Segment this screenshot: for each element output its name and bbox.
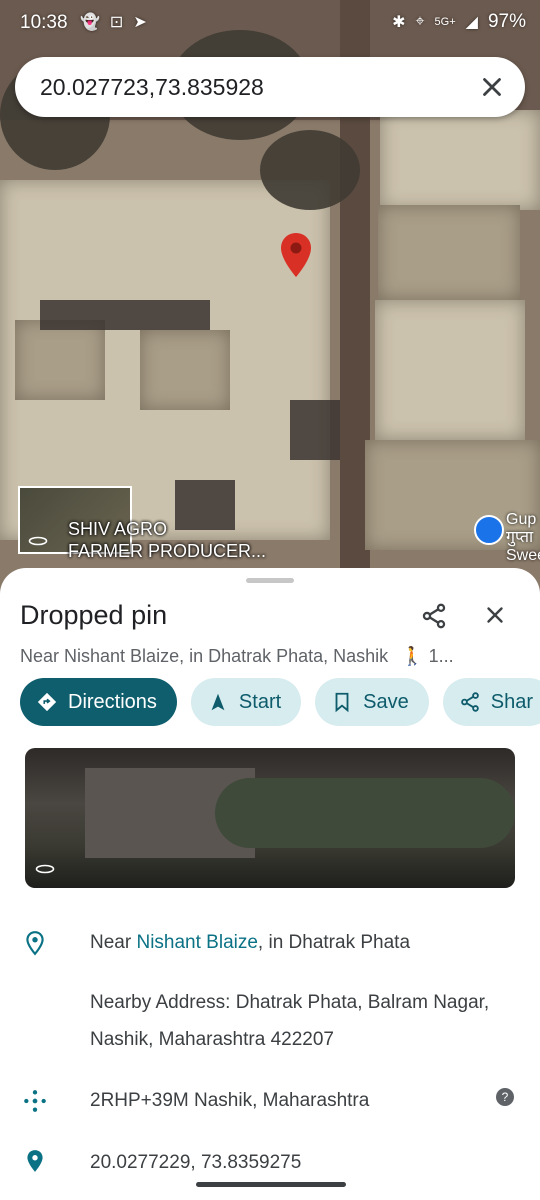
map-shadow: [40, 300, 210, 330]
search-query[interactable]: 20.027723,73.835928: [40, 74, 264, 101]
network-type: 5G+: [434, 16, 456, 28]
street-view-360-icon: [35, 864, 55, 874]
status-bar: 10:38 👻 ⊡ ➤ ✱ ⌖ 5G+ ◢ 97%: [0, 0, 540, 46]
search-bar[interactable]: 20.027723,73.835928: [15, 57, 525, 117]
map-building: [140, 330, 230, 410]
street-view-360-icon: [28, 536, 48, 546]
save-label: Save: [363, 690, 409, 713]
start-label: Start: [238, 690, 282, 713]
poi-label-gupta: Gup गुप्ता Swee: [506, 511, 540, 565]
directions-label: Directions: [68, 690, 157, 713]
map-view[interactable]: 10:38 👻 ⊡ ➤ ✱ ⌖ 5G+ ◢ 97% 20.027723,73.8…: [0, 0, 540, 600]
photo-trees: [215, 778, 515, 848]
location-pin-filled-icon: [27, 1150, 43, 1172]
walk-time: 1...: [428, 646, 454, 666]
map-tree: [260, 130, 360, 210]
action-chips: Directions Start Save Shar: [20, 678, 540, 728]
nishant-blaize-link[interactable]: Nishant Blaize: [136, 932, 257, 953]
place-address-summary: Near Nishant Blaize, in Dhatrak Phata, N…: [20, 646, 389, 666]
street-view-photo[interactable]: [25, 748, 515, 888]
share-icon[interactable]: [420, 602, 448, 630]
plus-code: 2RHP+39M Nashik, Maharashtra: [90, 1090, 370, 1111]
map-building: [378, 205, 520, 300]
coordinates: 20.0277229, 73.8359275: [90, 1152, 302, 1173]
map-shadow: [290, 400, 340, 460]
poi-label-shiv-agro[interactable]: SHIV AGRO FARMER PRODUCER...: [68, 518, 266, 562]
shop-badge-icon: [474, 515, 504, 545]
place-bottom-sheet[interactable]: Dropped pin Near Nishant Blaize, in Dhat…: [0, 568, 540, 1200]
close-icon[interactable]: [482, 602, 508, 628]
notification-icons: 👻 ⊡ ➤: [80, 12, 147, 32]
place-title: Dropped pin: [20, 600, 168, 630]
near-suffix: , in Dhatrak Phata: [257, 932, 411, 953]
signal-icon: ◢: [465, 14, 478, 31]
help-icon[interactable]: ?: [496, 1088, 514, 1106]
place-subtitle: Near Nishant Blaize, in Dhatrak Phata, N…: [20, 646, 510, 667]
near-text: Near Nishant Blaize, in Dhatrak Phata: [90, 924, 490, 961]
near-prefix: Near: [90, 932, 137, 953]
poi-label-line: Gup: [506, 511, 537, 528]
share-button[interactable]: Shar: [442, 678, 540, 726]
location-icon: ⌖: [415, 13, 425, 30]
system-icons: ✱ ⌖ 5G+ ◢ 97%: [392, 11, 526, 33]
share-label: Shar: [490, 690, 534, 713]
walking-icon: 🚶: [401, 646, 424, 666]
directions-icon: [37, 692, 57, 712]
battery-level: 97%: [487, 11, 526, 32]
nearby-address: Nearby Address: Dhatrak Phata, Balram Na…: [90, 992, 490, 1050]
gesture-bar: [196, 1182, 346, 1187]
map-building: [380, 110, 540, 210]
bookmark-icon: [335, 692, 349, 713]
poi-label-line: गुप्ता: [506, 529, 534, 546]
share-icon: [460, 692, 479, 712]
bluetooth-icon: ✱: [392, 14, 406, 31]
poi-label-line: SHIV AGRO: [68, 519, 168, 539]
poi-label-line: FARMER PRODUCER...: [68, 541, 267, 561]
plus-code-icon: [24, 1090, 46, 1112]
poi-sweets-shop[interactable]: Gup गुप्ता Swee: [474, 511, 540, 564]
snapchat-icon: 👻: [80, 14, 100, 31]
directions-button[interactable]: Directions: [20, 678, 177, 726]
screen-record-icon: ⊡: [109, 14, 124, 31]
map-building: [15, 320, 105, 400]
map-building: [375, 300, 525, 440]
poi-label-line: Swee: [506, 547, 540, 564]
sheet-drag-handle[interactable]: [246, 578, 294, 583]
map-pin-icon[interactable]: [280, 232, 312, 278]
clear-search-icon[interactable]: [477, 72, 507, 102]
save-button[interactable]: Save: [315, 678, 429, 726]
start-button[interactable]: Start: [190, 678, 302, 726]
status-time: 10:38: [20, 12, 68, 33]
location-pin-icon: [26, 931, 44, 956]
navigation-arrow-icon: [211, 693, 225, 711]
telegram-icon: ➤: [133, 14, 147, 31]
